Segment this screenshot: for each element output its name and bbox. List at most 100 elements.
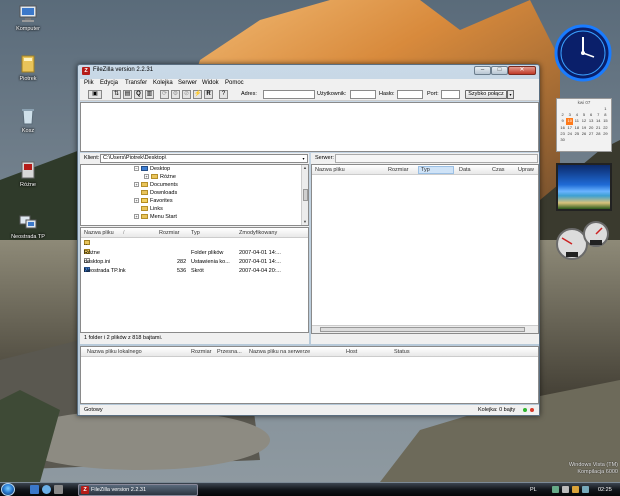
calendar-day[interactable]: 24 — [566, 131, 573, 137]
calendar-day[interactable]: 26 — [580, 131, 587, 137]
calendar-day[interactable]: 30 — [559, 137, 566, 143]
column-date[interactable]: Data — [459, 167, 471, 173]
column-host[interactable]: Host — [346, 349, 357, 355]
quickconnect-dropdown[interactable]: ▾ — [507, 90, 514, 99]
cancel-icon[interactable]: ⊘ — [182, 90, 191, 99]
column-size[interactable]: Rozmiar — [388, 167, 408, 173]
column-size[interactable]: Rozmiar — [191, 349, 211, 355]
column-name[interactable]: Nazwa pliku — [315, 167, 345, 173]
filezilla-window[interactable]: Z FileZilla version 2.2.31 – □ ✕ Plik Ed… — [77, 64, 540, 416]
menu-pomoc[interactable]: Pomoc — [225, 80, 244, 86]
column-type[interactable]: Typ — [191, 230, 200, 236]
menu-edycja[interactable]: Edycja — [100, 80, 118, 86]
menu-serwer[interactable]: Serwer — [178, 80, 197, 86]
menu-kolejka[interactable]: Kolejka — [153, 80, 173, 86]
disconnect-icon[interactable]: ⚡ — [193, 90, 202, 99]
column-type[interactable]: Typ — [418, 166, 454, 174]
tree-scrollbar[interactable]: ▲ ▼ — [301, 165, 308, 225]
tree-expander[interactable]: + — [144, 174, 149, 180]
local-directory-tree[interactable]: − Desktop + Różne + Documents Downloads + Fa… — [80, 164, 309, 226]
file-row[interactable]: Różne Folder plików 2007-04-01 14:... — [81, 249, 308, 257]
scroll-thumb[interactable] — [320, 327, 525, 332]
desktop-icon-neostrada[interactable]: Neostrada TP — [0, 212, 56, 241]
column-status[interactable]: Status — [394, 349, 410, 355]
port-input[interactable] — [441, 90, 460, 99]
calendar-day[interactable]: 25 — [573, 131, 580, 137]
clock-time[interactable]: 02:25 — [598, 485, 612, 495]
tree-item[interactable]: + Menu Start — [134, 213, 177, 221]
file-row[interactable]: Neostrada TP.lnk 536 Skrót 2007-04-04 20… — [81, 267, 308, 275]
process-queue-icon[interactable]: ⚙ — [171, 90, 180, 99]
remote-path-input[interactable] — [335, 154, 538, 163]
maximize-button[interactable]: □ — [491, 66, 508, 75]
site-manager-icon[interactable]: ▣ — [88, 90, 102, 99]
tree-expander[interactable]: + — [134, 214, 139, 220]
file-row[interactable]: desktop.ini 282 Ustawienia ko... 2007-04… — [81, 258, 308, 266]
desktop-icon-computer[interactable]: Komputer — [0, 4, 56, 33]
desktop-icon-rozne[interactable]: Różne — [0, 160, 56, 189]
calendar-gadget[interactable]: kwi 07 1 2 3 4 5 6 7 8 9 10 11 12 13 14 15 16 17 18 19 20 21… — [556, 98, 612, 152]
tray-app-icon[interactable] — [572, 486, 579, 493]
tray-app-icon[interactable] — [582, 486, 589, 493]
minimize-button[interactable]: – — [474, 66, 491, 75]
column-time[interactable]: Czas — [492, 167, 505, 173]
local-tree-toggle-icon[interactable]: ⇅ — [112, 90, 121, 99]
column-local-file[interactable]: Nazwa pliku lokalnego — [87, 349, 142, 355]
user-input[interactable] — [350, 90, 376, 99]
clock-gadget[interactable] — [554, 24, 612, 82]
tree-item[interactable]: + Documents — [134, 181, 178, 189]
desktop-icon-recycle-bin[interactable]: Kosz — [0, 106, 56, 135]
queue-toggle-icon[interactable]: ▥ — [145, 90, 154, 99]
desktop-icon-user-folder[interactable]: Piotrek — [0, 54, 56, 83]
message-log[interactable] — [80, 102, 539, 152]
column-remote-file[interactable]: Nazwa pliku na serwerze — [249, 349, 310, 355]
tree-item[interactable]: − Desktop — [134, 165, 170, 173]
tree-expander[interactable]: + — [134, 198, 139, 204]
remote-horizontal-scrollbar[interactable] — [312, 325, 538, 333]
column-modified[interactable]: Zmodyfikowany — [239, 230, 277, 236]
internet-explorer-icon[interactable] — [42, 485, 51, 494]
tree-expander[interactable]: + — [134, 182, 139, 188]
local-file-list[interactable]: Nazwa pliku / Rozmiar Typ Zmodyfikowany … — [80, 227, 309, 333]
tree-item[interactable]: Downloads — [141, 189, 177, 197]
column-name[interactable]: Nazwa pliku — [84, 230, 114, 236]
taskbar-filezilla-button[interactable]: Z FileZilla version 2.2.31 — [78, 484, 198, 496]
tree-item[interactable]: Links — [141, 205, 163, 213]
refresh-icon[interactable]: ⟳ — [160, 90, 169, 99]
scroll-thumb[interactable] — [303, 189, 308, 201]
quickconnect-button[interactable]: Szybko połącz — [465, 90, 507, 99]
slideshow-gadget[interactable] — [556, 163, 612, 211]
menu-plik[interactable]: Plik — [84, 80, 94, 86]
tree-item[interactable]: + Favorites — [134, 197, 173, 205]
volume-icon[interactable] — [562, 486, 569, 493]
tree-item[interactable]: + Różne — [144, 173, 176, 181]
calendar-day[interactable]: 29 — [602, 131, 609, 137]
reconnect-icon[interactable]: R — [204, 90, 213, 99]
transfer-queue[interactable]: Nazwa pliku lokalnego Rozmiar Przesna...… — [80, 346, 539, 404]
calendar-day[interactable]: 28 — [595, 131, 602, 137]
remote-tree-toggle-icon[interactable]: ▤ — [123, 90, 132, 99]
help-icon[interactable]: ? — [219, 90, 228, 99]
local-path-input[interactable]: C:\Users\Piotrek\Desktop\ ▾ — [100, 154, 308, 163]
host-input[interactable] — [263, 90, 315, 99]
menu-transfer[interactable]: Transfer — [125, 80, 147, 86]
scroll-down-icon[interactable]: ▼ — [302, 219, 308, 225]
calendar-day[interactable]: 27 — [588, 131, 595, 137]
column-permissions[interactable]: Upraw — [518, 167, 534, 173]
close-button[interactable]: ✕ — [508, 66, 536, 75]
title-bar[interactable]: Z FileZilla version 2.2.31 – □ ✕ — [78, 65, 539, 77]
show-desktop-icon[interactable] — [30, 485, 39, 494]
column-size[interactable]: Rozmiar — [159, 230, 179, 236]
file-row[interactable]: .. — [81, 240, 308, 248]
password-input[interactable] — [397, 90, 423, 99]
remote-file-list[interactable]: Nazwa pliku Rozmiar Typ Data Czas Upraw — [311, 164, 539, 334]
switch-windows-icon[interactable] — [54, 485, 63, 494]
start-button[interactable] — [1, 483, 15, 496]
chevron-down-icon[interactable]: ▾ — [300, 155, 307, 162]
scroll-up-icon[interactable]: ▲ — [302, 165, 308, 171]
menu-widok[interactable]: Widok — [202, 80, 219, 86]
network-tray-icon[interactable] — [552, 486, 559, 493]
language-indicator[interactable]: PL — [530, 485, 537, 495]
cpu-meter-gadget[interactable] — [552, 216, 616, 264]
tree-expander[interactable]: − — [134, 166, 139, 172]
